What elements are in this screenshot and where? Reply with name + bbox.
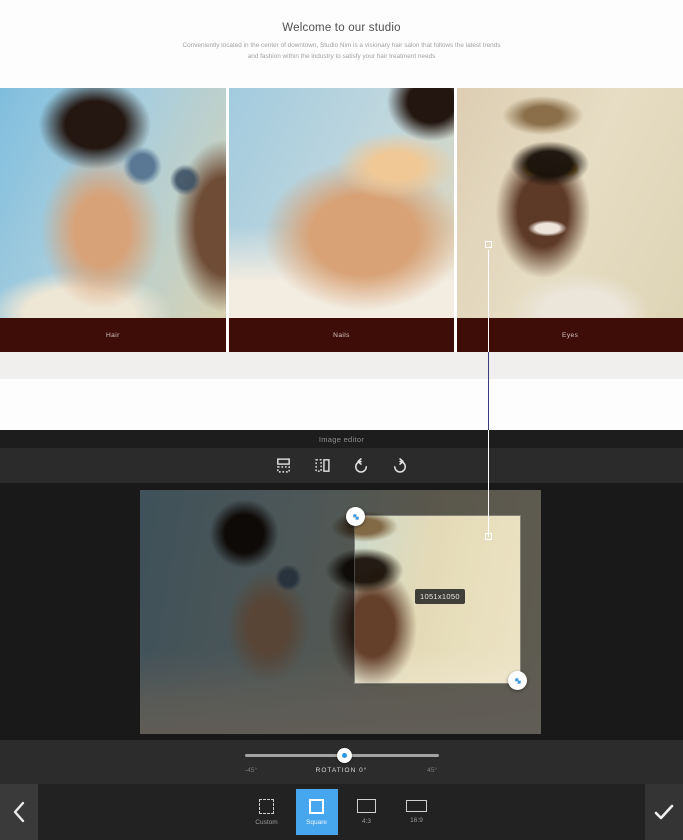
connector-handle-top[interactable] (485, 241, 492, 248)
editor-title: Image editor (0, 430, 683, 448)
apply-button[interactable] (645, 784, 683, 840)
ratio-4-3-button[interactable]: 4:3 (346, 789, 388, 835)
ratio-label-square: Square (306, 818, 327, 826)
rotation-max-label: 45° (427, 767, 437, 774)
rotation-slider-thumb[interactable] (337, 748, 352, 763)
back-button[interactable] (0, 784, 38, 840)
element-connector-line (488, 250, 489, 537)
chevron-left-icon (13, 801, 25, 823)
gallery-caption-hair: Hair (0, 318, 226, 352)
crop-resize-handle-bottomright[interactable] (508, 671, 527, 690)
crop-region[interactable]: 1051x1050 (355, 516, 520, 683)
rotate-counterclockwise-icon (355, 457, 367, 473)
gallery-section: Hair Nails Eyes (0, 88, 683, 352)
rotation-control: -45° ROTATION 0° 45° (0, 740, 683, 784)
ratio-16-9-icon (406, 800, 427, 812)
flip-horizontal-icon (314, 459, 330, 472)
ratio-custom-button[interactable]: Custom (246, 789, 288, 835)
page-title: Welcome to our studio (282, 22, 401, 34)
ratio-square-button[interactable]: Square (295, 789, 338, 835)
gallery-caption-nails: Nails (228, 318, 455, 352)
slider-thumb-dot (342, 753, 347, 758)
gallery-item-hair[interactable]: Hair (0, 88, 226, 352)
gallery-caption-eyes: Eyes (457, 318, 683, 352)
connector-handle-bottom[interactable] (485, 533, 492, 540)
resize-diagonal-icon (352, 513, 359, 520)
ratio-16-9-button[interactable]: 16:9 (396, 789, 438, 835)
custom-ratio-icon (259, 798, 274, 814)
editor-bottom-bar: Custom Square 4:3 16:9 (0, 784, 683, 840)
ratio-4-3-icon (357, 799, 376, 813)
hero-section: Welcome to our studio Conveniently locat… (0, 0, 683, 88)
nails-photo (228, 88, 455, 318)
ratio-label-16-9: 16:9 (410, 817, 423, 824)
rotate-clockwise-button[interactable] (389, 455, 411, 477)
page-subtitle: Conveniently located in the center of do… (182, 42, 501, 60)
ratio-label-4-3: 4:3 (361, 818, 372, 825)
resize-diagonal-icon (514, 677, 521, 684)
flip-vertical-button[interactable] (272, 455, 294, 477)
image-editor-panel: Image editor 1051x1050 -45° ROTATION 0° … (0, 430, 683, 840)
aspect-ratio-group: Custom Square 4:3 16:9 (246, 789, 438, 835)
gallery-item-nails[interactable]: Nails (228, 88, 455, 352)
crop-size-badge: 1051x1050 (415, 589, 465, 604)
section-divider-strip (0, 352, 683, 379)
rotate-counterclockwise-button[interactable] (350, 455, 372, 477)
editor-canvas[interactable]: 1051x1050 (0, 483, 683, 740)
checkmark-icon (654, 804, 674, 820)
editor-toolbar (0, 448, 683, 483)
rotation-value-label: ROTATION 0° (315, 767, 368, 774)
gallery-item-eyes[interactable]: Eyes (457, 88, 683, 352)
flip-vertical-icon (276, 458, 290, 473)
hair-photo (0, 88, 226, 318)
eyes-photo (457, 88, 683, 318)
square-ratio-icon (309, 798, 324, 814)
screen: Welcome to our studio Conveniently locat… (0, 0, 683, 840)
rotate-clockwise-icon (394, 457, 406, 473)
flip-horizontal-button[interactable] (311, 455, 333, 477)
ratio-label-custom: Custom (255, 818, 278, 826)
crop-resize-handle-topleft[interactable] (346, 507, 365, 526)
